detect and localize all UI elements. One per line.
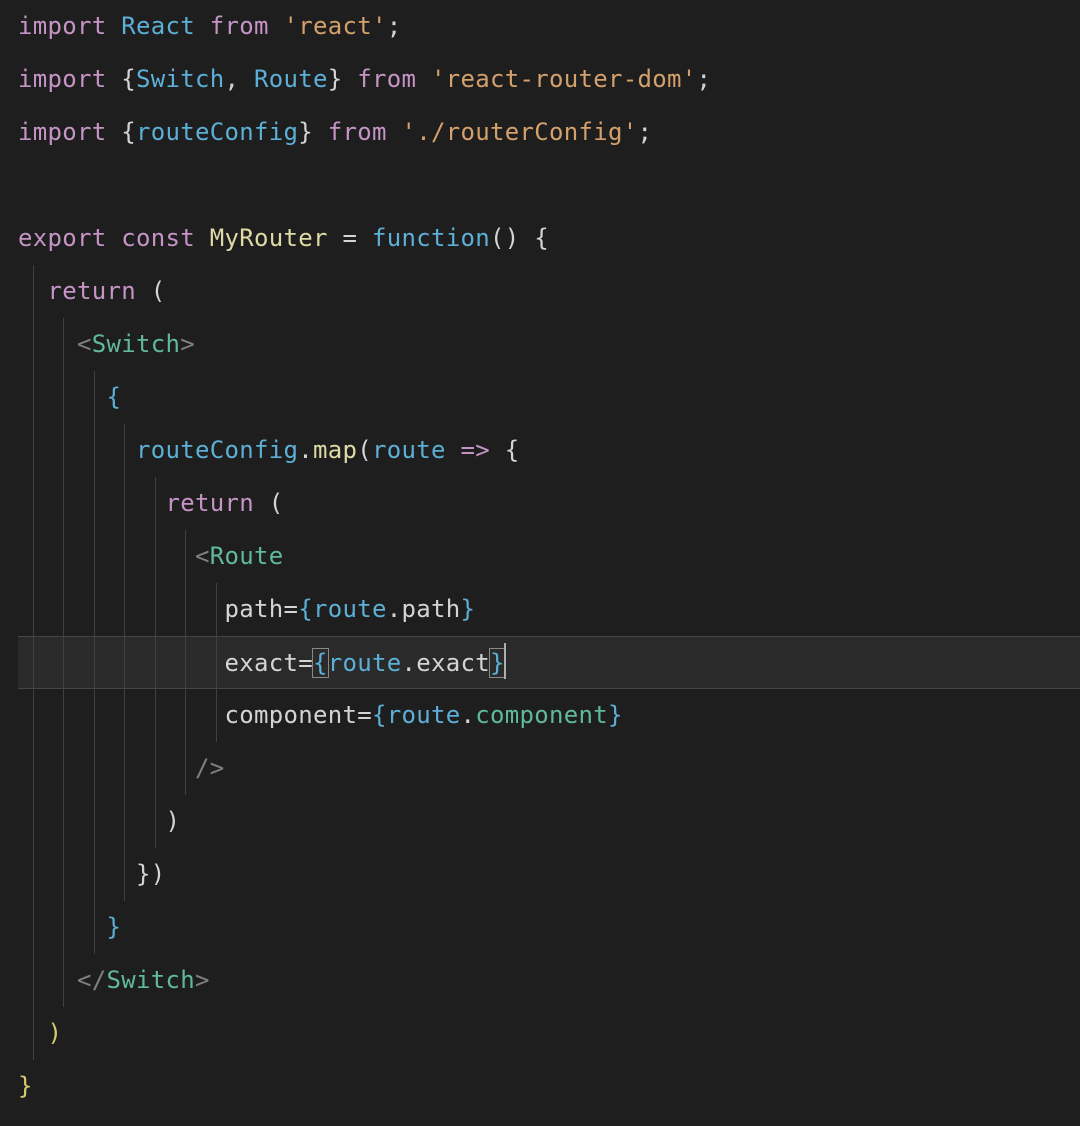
code-line[interactable]: }) <box>18 848 1080 901</box>
equals: = <box>284 595 299 623</box>
jsx-attr-exact: exact <box>225 649 299 677</box>
brace-close: } <box>136 860 151 888</box>
code-line[interactable]: routeConfig.map(route => { <box>18 424 1080 477</box>
angle-open: < <box>195 542 210 570</box>
keyword-const: const <box>121 224 195 252</box>
parens: () <box>490 224 520 252</box>
prop-component: component <box>475 701 608 729</box>
string-literal: './routerConfig' <box>402 118 638 146</box>
code-line[interactable]: </Switch> <box>18 954 1080 1007</box>
identifier-routeconfig: routeConfig <box>136 118 298 146</box>
method-map: map <box>313 436 357 464</box>
code-line[interactable]: ) <box>18 1007 1080 1060</box>
equals: = <box>357 701 372 729</box>
code-line[interactable]: return ( <box>18 477 1080 530</box>
semicolon: ; <box>387 12 402 40</box>
identifier-route: route <box>328 649 402 677</box>
brace-close: } <box>328 65 343 93</box>
arrow: => <box>461 436 491 464</box>
semicolon: ; <box>697 65 712 93</box>
code-line[interactable]: return ( <box>18 265 1080 318</box>
code-line[interactable]: component={route.component} <box>18 689 1080 742</box>
identifier-route: route <box>313 595 387 623</box>
code-editor[interactable]: import React from 'react'; import {Switc… <box>0 0 1080 1113</box>
code-line[interactable]: } <box>18 901 1080 954</box>
paren-open: ( <box>357 436 372 464</box>
string-literal: 'react-router-dom' <box>431 65 697 93</box>
keyword-export: export <box>18 224 107 252</box>
angle-open: < <box>77 330 92 358</box>
string-literal: 'react' <box>284 12 387 40</box>
jsx-tag-switch: Switch <box>92 330 181 358</box>
angle-close: > <box>195 966 210 994</box>
dot: . <box>461 701 476 729</box>
keyword-from: from <box>210 12 269 40</box>
brace-open: { <box>505 436 520 464</box>
identifier-react: React <box>121 12 195 40</box>
code-line[interactable]: <Route <box>18 530 1080 583</box>
jsx-attr-component: component <box>225 701 358 729</box>
code-line[interactable]: import {Switch, Route} from 'react-route… <box>18 53 1080 106</box>
identifier-route: route <box>387 701 461 729</box>
keyword-function: function <box>372 224 490 252</box>
brace-open: { <box>121 118 136 146</box>
dot: . <box>387 595 402 623</box>
keyword-from: from <box>328 118 387 146</box>
code-line[interactable]: path={route.path} <box>18 583 1080 636</box>
jsx-tag-switch: Switch <box>107 966 196 994</box>
brace-close: } <box>608 701 623 729</box>
prop-exact: exact <box>416 649 490 677</box>
brace-open: { <box>298 595 313 623</box>
identifier-routeconfig: routeConfig <box>136 436 298 464</box>
jsx-self-close: /> <box>195 754 225 782</box>
code-line[interactable]: /> <box>18 742 1080 795</box>
code-line[interactable]: { <box>18 371 1080 424</box>
param-route: route <box>372 436 446 464</box>
jsx-expr-close: } <box>107 913 122 941</box>
brace-open-matched: { <box>312 648 329 678</box>
code-line[interactable]: import React from 'react'; <box>18 0 1080 53</box>
identifier-switch: Switch <box>136 65 225 93</box>
jsx-attr-path: path <box>225 595 284 623</box>
paren-open: ( <box>269 489 284 517</box>
function-name: MyRouter <box>210 224 328 252</box>
angle-open-close: </ <box>77 966 107 994</box>
code-line-empty[interactable] <box>18 159 1080 212</box>
angle-close: > <box>180 330 195 358</box>
dot: . <box>298 436 313 464</box>
keyword-return: return <box>166 489 255 517</box>
brace-open: { <box>534 224 549 252</box>
brace-close: } <box>18 1072 33 1100</box>
equals: = <box>298 649 313 677</box>
keyword-import: import <box>18 118 107 146</box>
dot: . <box>402 649 417 677</box>
semicolon: ; <box>638 118 653 146</box>
keyword-from: from <box>357 65 416 93</box>
keyword-return: return <box>48 277 137 305</box>
paren-open: ( <box>151 277 166 305</box>
keyword-import: import <box>18 12 107 40</box>
code-line[interactable]: } <box>18 1060 1080 1113</box>
brace-open: { <box>121 65 136 93</box>
brace-close: } <box>461 595 476 623</box>
equals: = <box>343 224 358 252</box>
code-line[interactable]: <Switch> <box>18 318 1080 371</box>
comma: , <box>225 65 240 93</box>
paren-close: ) <box>151 860 166 888</box>
brace-open: { <box>372 701 387 729</box>
jsx-expr-open: { <box>107 383 122 411</box>
jsx-tag-route: Route <box>210 542 284 570</box>
prop-path: path <box>402 595 461 623</box>
code-line[interactable]: ) <box>18 795 1080 848</box>
brace-close: } <box>298 118 313 146</box>
cursor <box>504 643 506 679</box>
keyword-import: import <box>18 65 107 93</box>
code-line-current[interactable]: exact={route.exact} <box>18 636 1080 689</box>
paren-close: ) <box>166 807 181 835</box>
code-line[interactable]: import {routeConfig} from './routerConfi… <box>18 106 1080 159</box>
paren-close: ) <box>48 1019 63 1047</box>
identifier-route: Route <box>254 65 328 93</box>
code-line[interactable]: export const MyRouter = function() { <box>18 212 1080 265</box>
